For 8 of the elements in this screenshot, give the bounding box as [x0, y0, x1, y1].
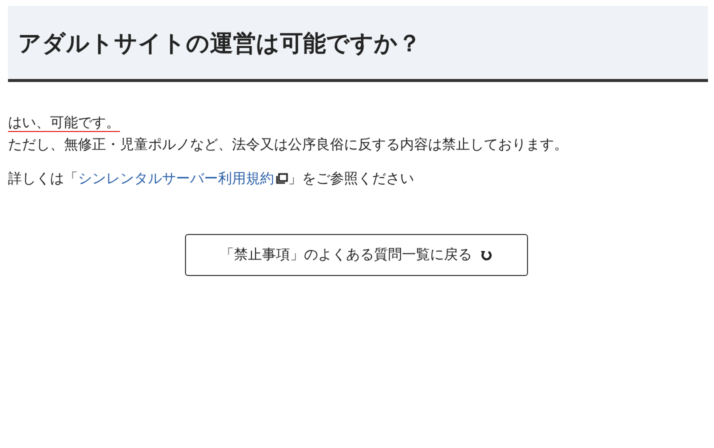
answer-text: ただし、無修正・児童ポルノなど、法令又は公序良俗に反する内容は禁止しております。: [8, 137, 568, 153]
page-heading: アダルトサイトの運営は可能ですか？: [8, 6, 708, 82]
return-icon: [480, 249, 492, 261]
external-window-icon: [276, 173, 288, 184]
answer-text: はい、可能です。: [8, 115, 120, 132]
reference-text: 詳しくは「シンレンタルサーバー利用規約 」をご参照ください: [8, 170, 415, 188]
back-button[interactable]: 「禁止事項」のよくある質問一覧に戻る: [184, 234, 528, 276]
terms-link[interactable]: シンレンタルサーバー利用規約: [78, 171, 288, 187]
